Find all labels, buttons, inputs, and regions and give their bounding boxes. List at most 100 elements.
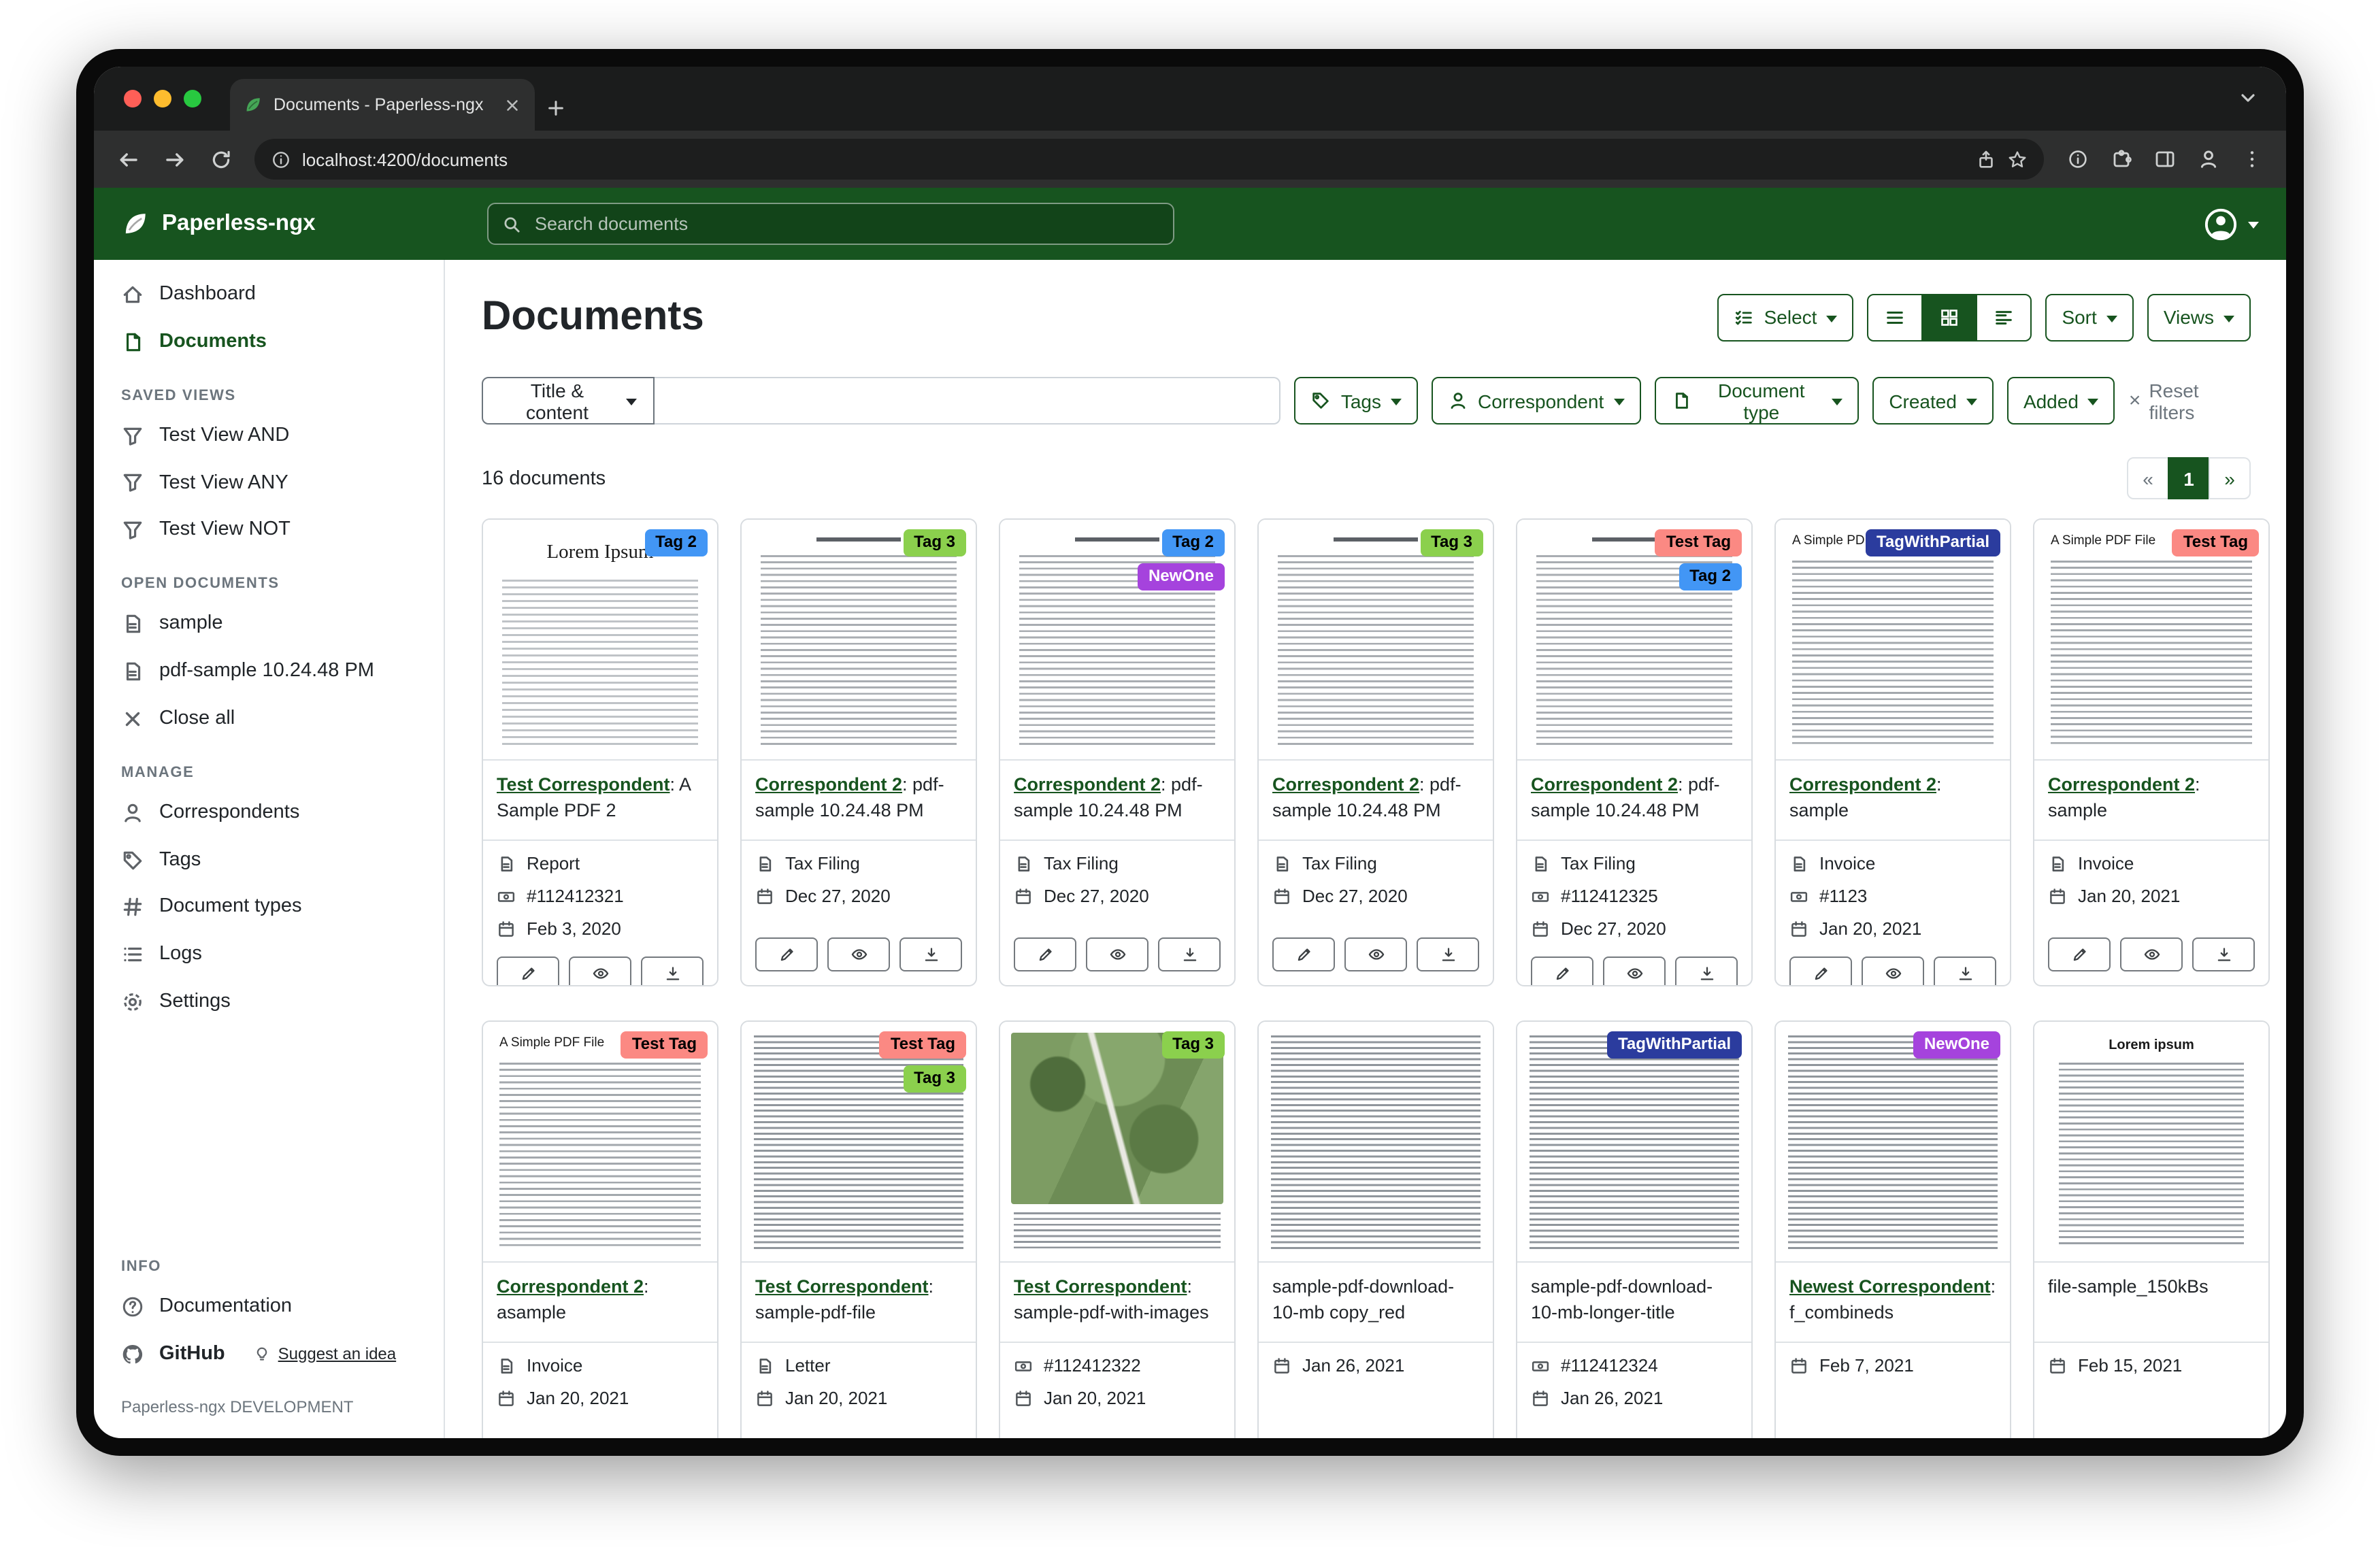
document-preview[interactable]: Test Tag Tag 3 — [742, 1022, 976, 1263]
edit-button[interactable] — [1014, 937, 1076, 971]
document-preview[interactable] — [1259, 1022, 1493, 1263]
new-tab-button[interactable] — [535, 84, 576, 131]
document-card[interactable]: Tag 2 Lorem Ipsum Test Correspondent: A … — [482, 518, 718, 986]
sidebar-item-document-types[interactable]: Document types — [94, 884, 444, 931]
sidebar-item-open-doc-pdf-sample[interactable]: pdf-sample 10.24.48 PM — [94, 648, 444, 695]
document-preview[interactable]: Test Tag A Simple PDF File — [483, 1022, 717, 1263]
tag-badge[interactable]: Test Tag — [621, 1031, 708, 1059]
download-button[interactable] — [1417, 937, 1479, 971]
grid-view-button[interactable] — [1921, 293, 1977, 341]
document-card[interactable]: TagWithPartial sample-pdf-download-10-mb… — [1516, 1020, 1753, 1438]
browser-tab[interactable]: Documents - Paperless-ngx — [230, 79, 535, 131]
added-filter-button[interactable]: Added — [2007, 377, 2115, 425]
correspondent-link[interactable]: Test Correspondent — [497, 774, 670, 795]
sidebar-item-test-view-and[interactable]: Test View AND — [94, 412, 444, 459]
view-button[interactable] — [1086, 937, 1148, 971]
current-page-button[interactable]: 1 — [2168, 457, 2210, 499]
tag-badge[interactable]: Tag 2 — [644, 529, 708, 556]
filter-text-input[interactable] — [655, 377, 1281, 425]
extensions-button[interactable] — [2101, 139, 2142, 180]
view-button[interactable] — [1603, 957, 1666, 986]
sidebar-item-open-doc-sample[interactable]: sample — [94, 600, 444, 648]
view-button[interactable] — [2120, 937, 2183, 971]
sidebar-item-tags[interactable]: Tags — [94, 836, 444, 884]
edit-button[interactable] — [1272, 937, 1335, 971]
sidebar-item-documentation[interactable]: Documentation — [94, 1284, 444, 1331]
edit-button[interactable] — [1531, 957, 1593, 986]
edit-button[interactable] — [755, 937, 818, 971]
tag-badge[interactable]: Tag 2 — [1161, 529, 1225, 556]
extension-badge-icon[interactable] — [2057, 139, 2098, 180]
details-view-button[interactable] — [1976, 293, 2032, 341]
document-card[interactable]: Tag 2NewOne Correspondent 2: pdf-sample … — [999, 518, 1236, 986]
view-button[interactable] — [827, 937, 890, 971]
sidebar-item-dashboard[interactable]: Dashboard — [94, 271, 444, 318]
download-button[interactable] — [1934, 957, 1996, 986]
correspondent-link[interactable]: Correspondent 2 — [1531, 774, 1678, 795]
app-logo[interactable]: Paperless-ngx — [121, 210, 316, 238]
sidebar-item-test-view-any[interactable]: Test View ANY — [94, 459, 444, 507]
correspondent-link[interactable]: Correspondent 2 — [497, 1276, 644, 1297]
correspondent-link[interactable]: Test Correspondent — [755, 1276, 929, 1297]
list-view-button[interactable] — [1867, 293, 1923, 341]
tag-badge[interactable]: NewOne — [1913, 1031, 2000, 1059]
document-preview[interactable]: Tag 3 — [1259, 520, 1493, 761]
document-preview[interactable]: Test Tag A Simple PDF File — [2034, 520, 2268, 761]
correspondent-link[interactable]: Newest Correspondent — [1789, 1276, 1991, 1297]
tag-badge[interactable]: Tag 3 — [903, 529, 966, 556]
sidebar-item-close-all[interactable]: Close all — [94, 695, 444, 743]
browser-menu-button[interactable] — [2232, 139, 2272, 180]
document-card[interactable]: Tag 3 Correspondent 2: pdf-sample 10.24.… — [740, 518, 977, 986]
document-card[interactable]: Tag 3 Test Correspondent: sample-pdf-wit… — [999, 1020, 1236, 1438]
download-button[interactable] — [641, 957, 704, 986]
download-button[interactable] — [1675, 957, 1738, 986]
close-tab-icon[interactable] — [503, 96, 521, 114]
document-preview[interactable]: NewOne — [1776, 1022, 2010, 1263]
site-info-icon[interactable] — [271, 149, 291, 169]
forward-button[interactable] — [154, 139, 195, 180]
correspondent-link[interactable]: Correspondent 2 — [1014, 774, 1161, 795]
edit-button[interactable] — [1789, 957, 1852, 986]
tag-badge[interactable]: Test Tag — [2172, 529, 2259, 556]
document-card[interactable]: Test TagTag 3 Test Correspondent: sample… — [740, 1020, 977, 1438]
document-type-filter-button[interactable]: Document type — [1654, 377, 1859, 425]
document-preview[interactable]: Tag 3 — [1000, 1022, 1234, 1263]
correspondent-link[interactable]: Correspondent 2 — [1272, 774, 1419, 795]
document-card[interactable]: TagWithPartial A Simple PDF File Corresp… — [1774, 518, 2011, 986]
document-card[interactable]: Tag 3 Correspondent 2: pdf-sample 10.24.… — [1257, 518, 1494, 986]
download-button[interactable] — [1158, 937, 1221, 971]
correspondent-link[interactable]: Correspondent 2 — [755, 774, 902, 795]
tag-badge[interactable]: Tag 3 — [903, 1065, 966, 1093]
profile-button[interactable] — [2188, 139, 2229, 180]
tag-badge[interactable]: Tag 3 — [1161, 1031, 1225, 1059]
tag-badge[interactable]: Test Tag — [880, 1031, 966, 1059]
next-page-button[interactable]: » — [2209, 457, 2251, 499]
correspondent-link[interactable]: Correspondent 2 — [1789, 774, 1936, 795]
search-input[interactable] — [532, 212, 1159, 235]
document-preview[interactable]: TagWithPartial A Simple PDF File — [1776, 520, 2010, 761]
document-card[interactable]: NewOne Newest Correspondent: f_combineds… — [1774, 1020, 2011, 1438]
reload-button[interactable] — [200, 139, 241, 180]
view-button[interactable] — [569, 957, 631, 986]
document-preview[interactable]: Lorem ipsum — [2034, 1022, 2268, 1263]
tag-badge[interactable]: TagWithPartial — [1866, 529, 2000, 556]
document-card[interactable]: sample-pdf-download-10-mb copy_red Jan 2… — [1257, 1020, 1494, 1438]
global-search[interactable] — [487, 203, 1174, 245]
sidebar-item-github[interactable]: GitHub Suggest an idea — [94, 1331, 444, 1378]
correspondent-filter-button[interactable]: Correspondent — [1432, 377, 1640, 425]
view-button[interactable] — [1862, 957, 1924, 986]
view-button[interactable] — [1344, 937, 1407, 971]
address-bar[interactable]: localhost:4200/documents — [254, 139, 2044, 180]
sidebar-item-settings[interactable]: Settings — [94, 978, 444, 1026]
sidebar-item-documents[interactable]: Documents — [94, 318, 444, 366]
previous-page-button[interactable]: « — [2127, 457, 2169, 499]
back-button[interactable] — [108, 139, 148, 180]
sidebar-item-correspondents[interactable]: Correspondents — [94, 789, 444, 837]
user-menu[interactable] — [2203, 206, 2259, 242]
document-card[interactable]: Lorem ipsum file-sample_150kBs Feb 15, 2… — [2033, 1020, 2270, 1438]
tag-badge[interactable]: Tag 2 — [1679, 563, 1742, 590]
sort-button[interactable]: Sort — [2045, 293, 2133, 341]
tab-search-icon[interactable] — [2237, 87, 2259, 109]
close-window-button[interactable] — [124, 90, 142, 107]
correspondent-link[interactable]: Correspondent 2 — [2048, 774, 2195, 795]
